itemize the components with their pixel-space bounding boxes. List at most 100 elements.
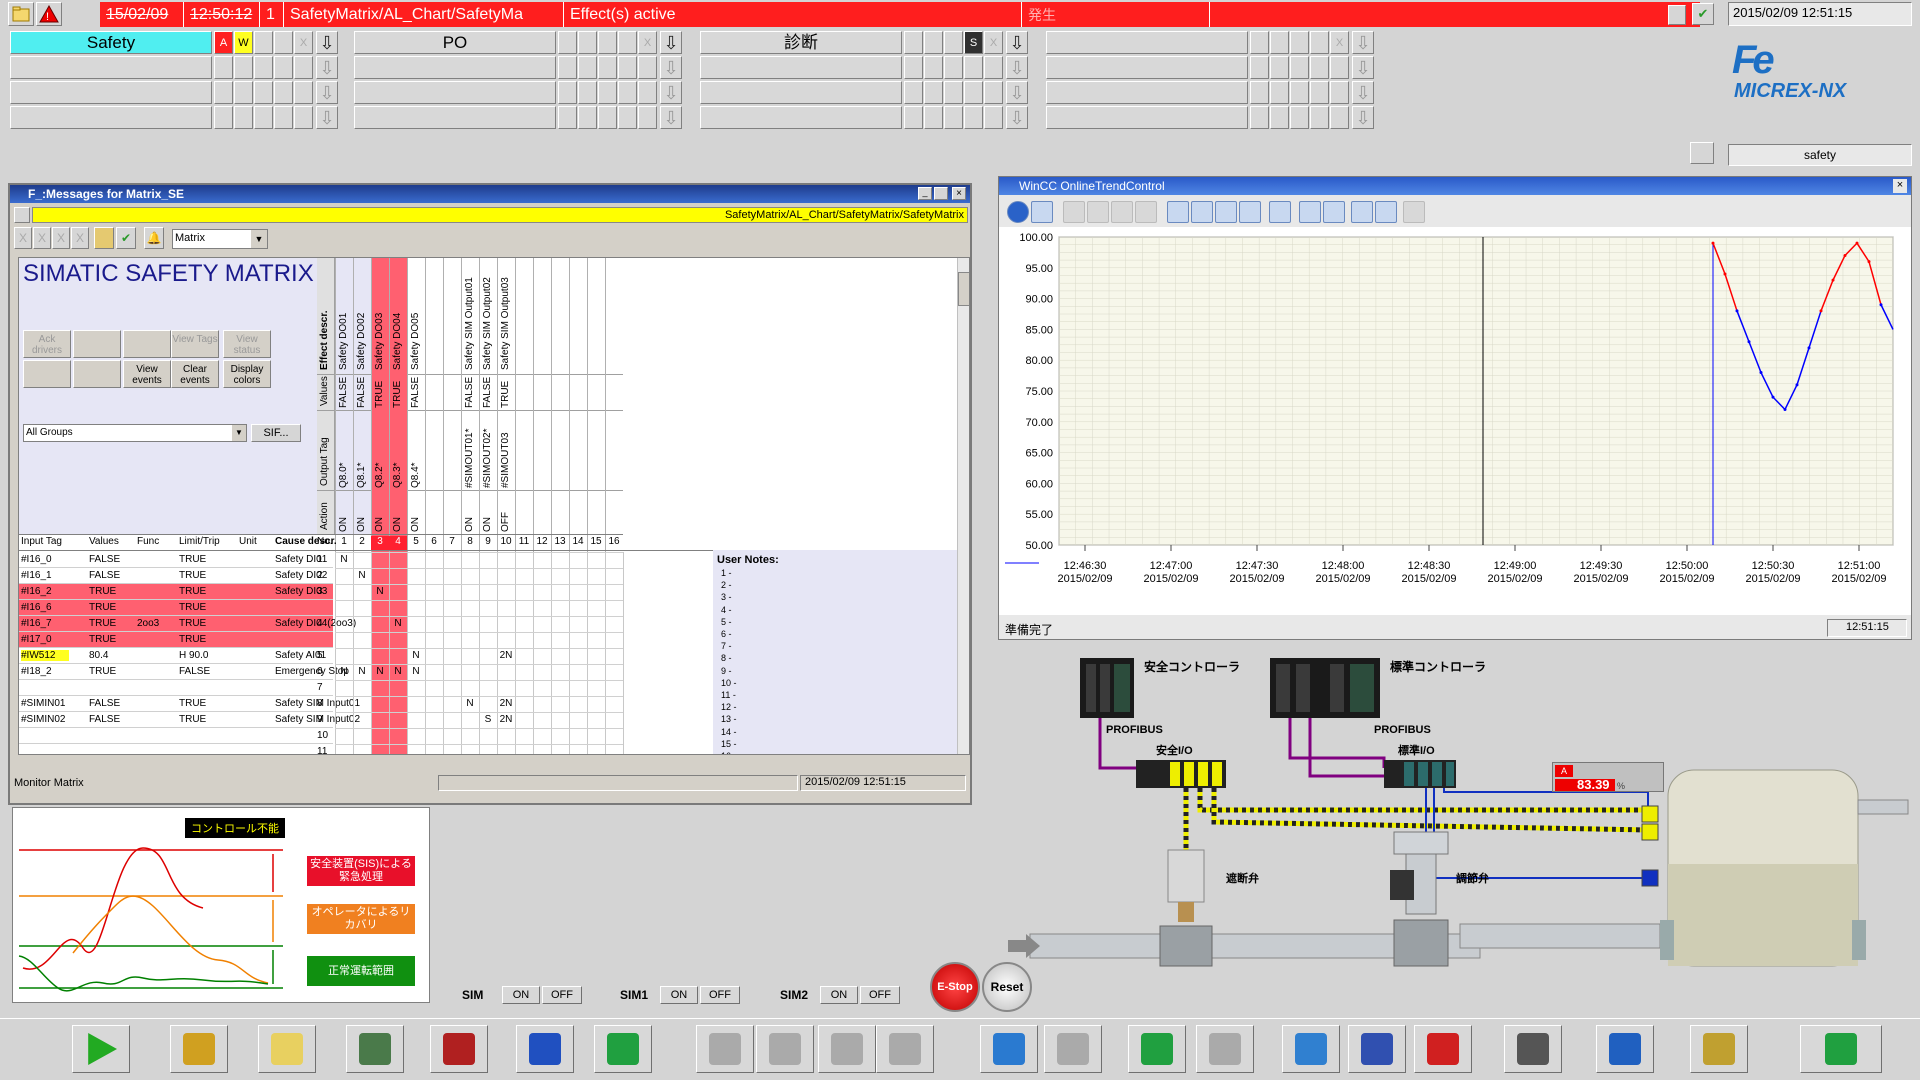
area-cell-0-0-1[interactable]: W [234,31,253,54]
area-cell-0-1-3[interactable] [618,31,637,54]
area-cell-3-2-2[interactable] [944,106,963,129]
acknowledge-icon[interactable]: ✔ [116,227,136,249]
toolbar-button-3[interactable] [258,1025,316,1073]
area-cell-3-2-4[interactable] [984,106,1003,129]
arrow-down-icon[interactable]: ⇩ [660,56,682,79]
area-cell-3-3-4[interactable] [1330,106,1349,129]
area-cell-3-3-3[interactable] [1310,106,1329,129]
area-cell-3-2-1[interactable] [924,106,943,129]
area-cell-3-0-2[interactable] [254,106,273,129]
folder-icon[interactable] [8,2,34,26]
toolbar-button-13[interactable] [1044,1025,1102,1073]
area-button-2-3[interactable] [1046,81,1248,104]
area-cell-0-3-2[interactable] [1290,31,1309,54]
next-icon[interactable] [1111,201,1133,223]
toolbar-button-15[interactable] [1196,1025,1254,1073]
area-button-3-0[interactable] [10,106,212,129]
toolbar-button-4[interactable] [346,1025,404,1073]
sim-off-button-1[interactable]: OFF [700,986,740,1004]
sim-on-button-2[interactable]: ON [820,986,858,1004]
reset-button[interactable]: Reset [982,962,1032,1012]
area-cell-2-1-0[interactable] [558,81,577,104]
toolbar-button-19[interactable] [1504,1025,1562,1073]
area-cell-2-2-2[interactable] [944,81,963,104]
area-cell-1-1-3[interactable] [618,56,637,79]
arrow-down-icon[interactable]: ⇩ [660,106,682,129]
area-button-0-3[interactable] [1046,31,1248,54]
toolbar-button-7[interactable] [594,1025,652,1073]
area-button-1-0[interactable] [10,56,212,79]
area-cell-2-1-1[interactable] [578,81,597,104]
area-cell-0-2-1[interactable] [924,31,943,54]
area-cell-2-0-3[interactable] [274,81,293,104]
toolbar-button-6[interactable] [516,1025,574,1073]
toolbar-button-17[interactable] [1348,1025,1406,1073]
level-gauge[interactable]: A 83.39 % [1552,762,1664,792]
toolbar-button-8[interactable] [696,1025,754,1073]
area-cell-0-1-0[interactable] [558,31,577,54]
area-cell-3-0-0[interactable] [214,106,233,129]
toolbar-button-20[interactable] [1596,1025,1654,1073]
area-cell-2-0-1[interactable] [234,81,253,104]
zoom-axis-icon[interactable] [1215,201,1237,223]
area-cell-3-1-1[interactable] [578,106,597,129]
area-cell-1-1-4[interactable] [638,56,657,79]
area-cell-1-0-3[interactable] [274,56,293,79]
area-cell-0-1-4[interactable]: X [638,31,657,54]
area-cell-1-1-1[interactable] [578,56,597,79]
area-cell-1-3-0[interactable] [1250,56,1269,79]
area-cell-3-1-4[interactable] [638,106,657,129]
area-cell-1-2-3[interactable] [964,56,983,79]
area-cell-2-3-2[interactable] [1290,81,1309,104]
toolbar-button-10[interactable] [818,1025,876,1073]
alarm-list-icon[interactable] [1668,5,1686,25]
area-button-0-2[interactable]: 診断 [700,31,902,54]
area-cell-2-1-3[interactable] [618,81,637,104]
area-cell-0-3-0[interactable] [1250,31,1269,54]
area-cell-0-1-2[interactable] [598,31,617,54]
toolbar-button-11[interactable] [876,1025,934,1073]
area-cell-1-0-4[interactable] [294,56,313,79]
area-cell-2-3-0[interactable] [1250,81,1269,104]
matrix-button-9[interactable]: Display colors [223,360,271,388]
toolbar-button-1[interactable] [72,1025,130,1073]
close-icon[interactable]: × [1893,179,1907,193]
settings-icon[interactable] [1031,201,1053,223]
area-cell-3-0-4[interactable] [294,106,313,129]
arrow-down-icon[interactable]: ⇩ [316,56,338,79]
stats-icon[interactable] [1403,201,1425,223]
area-cell-3-3-1[interactable] [1270,106,1289,129]
area-cell-0-0-4[interactable]: X [294,31,313,54]
arrow-down-icon[interactable]: ⇩ [1006,106,1028,129]
sif-button[interactable]: SIF... [251,424,301,442]
zoom-icon[interactable] [1167,201,1189,223]
matrix-button-2[interactable] [123,330,171,358]
area-cell-1-3-2[interactable] [1290,56,1309,79]
area-cell-2-1-4[interactable] [638,81,657,104]
area-cell-1-1-0[interactable] [558,56,577,79]
area-cell-0-0-2[interactable] [254,31,273,54]
chevron-down-icon[interactable]: ▼ [251,230,267,248]
toolbar-button-12[interactable] [980,1025,1038,1073]
area-button-1-2[interactable] [700,56,902,79]
tool-x3[interactable]: X [52,227,70,249]
compare-icon[interactable] [1375,201,1397,223]
lock-icon[interactable] [94,227,114,249]
arrow-down-icon[interactable]: ⇩ [1006,81,1028,104]
area-cell-1-3-3[interactable] [1310,56,1329,79]
close-button[interactable]: × [952,187,966,200]
area-cell-3-2-0[interactable] [904,106,923,129]
area-button-2-0[interactable] [10,81,212,104]
alarm-message-bar[interactable]: 15/02/09 12:50:12 1 SafetyMatrix/AL_Char… [100,2,1700,27]
tool-x4[interactable]: X [71,227,89,249]
print-icon[interactable] [1299,201,1321,223]
area-button-0-0[interactable]: Safety [10,31,212,54]
arrow-down-icon[interactable]: ⇩ [316,81,338,104]
area-cell-2-0-0[interactable] [214,81,233,104]
matrix-select[interactable]: Matrix ▼ [172,229,268,249]
area-cell-1-2-1[interactable] [924,56,943,79]
export-icon[interactable] [1323,201,1345,223]
area-cell-0-3-4[interactable]: X [1330,31,1349,54]
area-button-3-3[interactable] [1046,106,1248,129]
arrow-down-icon[interactable]: ⇩ [1352,81,1374,104]
